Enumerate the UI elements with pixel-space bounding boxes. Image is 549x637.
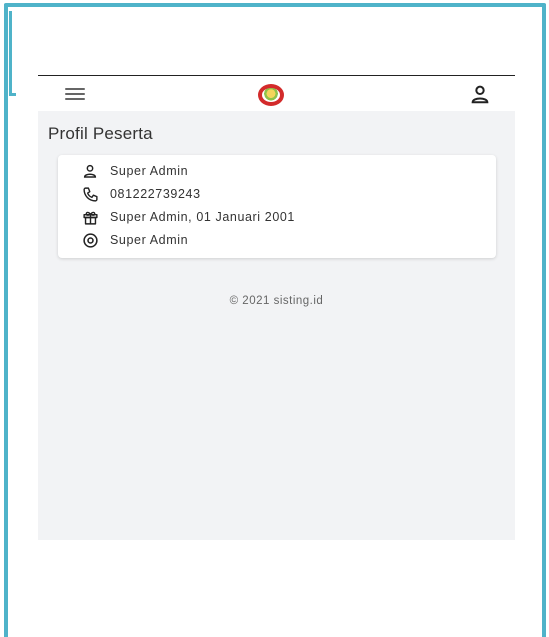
profile-phone: 081222739243 <box>110 187 201 201</box>
profile-row-role: Super Admin <box>58 229 188 251</box>
app-screen: Profil Peserta Super Admin 081222739243 <box>38 75 515 540</box>
profile-row-phone: 081222739243 <box>58 183 201 205</box>
app-logo[interactable] <box>258 84 284 106</box>
profile-birth: Super Admin, 01 Januari 2001 <box>110 210 295 224</box>
eye-icon <box>80 231 100 249</box>
logo-emblem <box>262 88 280 102</box>
user-icon <box>80 162 100 180</box>
profile-name: Super Admin <box>110 164 189 178</box>
profile-role: Super Admin <box>110 233 189 247</box>
frame-notch <box>9 11 16 96</box>
profile-row-birth: Super Admin, 01 Januari 2001 <box>58 206 295 228</box>
footer-copyright: © 2021 sisting.id <box>229 295 324 307</box>
profile-card: Super Admin 081222739243 Super Admin, 01… <box>58 155 496 258</box>
gift-icon <box>80 208 100 226</box>
profile-row-name: Super Admin <box>58 160 188 182</box>
hamburger-icon[interactable] <box>65 88 85 100</box>
top-app-bar <box>38 75 515 111</box>
phone-icon <box>80 185 100 203</box>
page-title: Profil Peserta <box>48 124 153 143</box>
user-icon[interactable] <box>469 83 491 105</box>
